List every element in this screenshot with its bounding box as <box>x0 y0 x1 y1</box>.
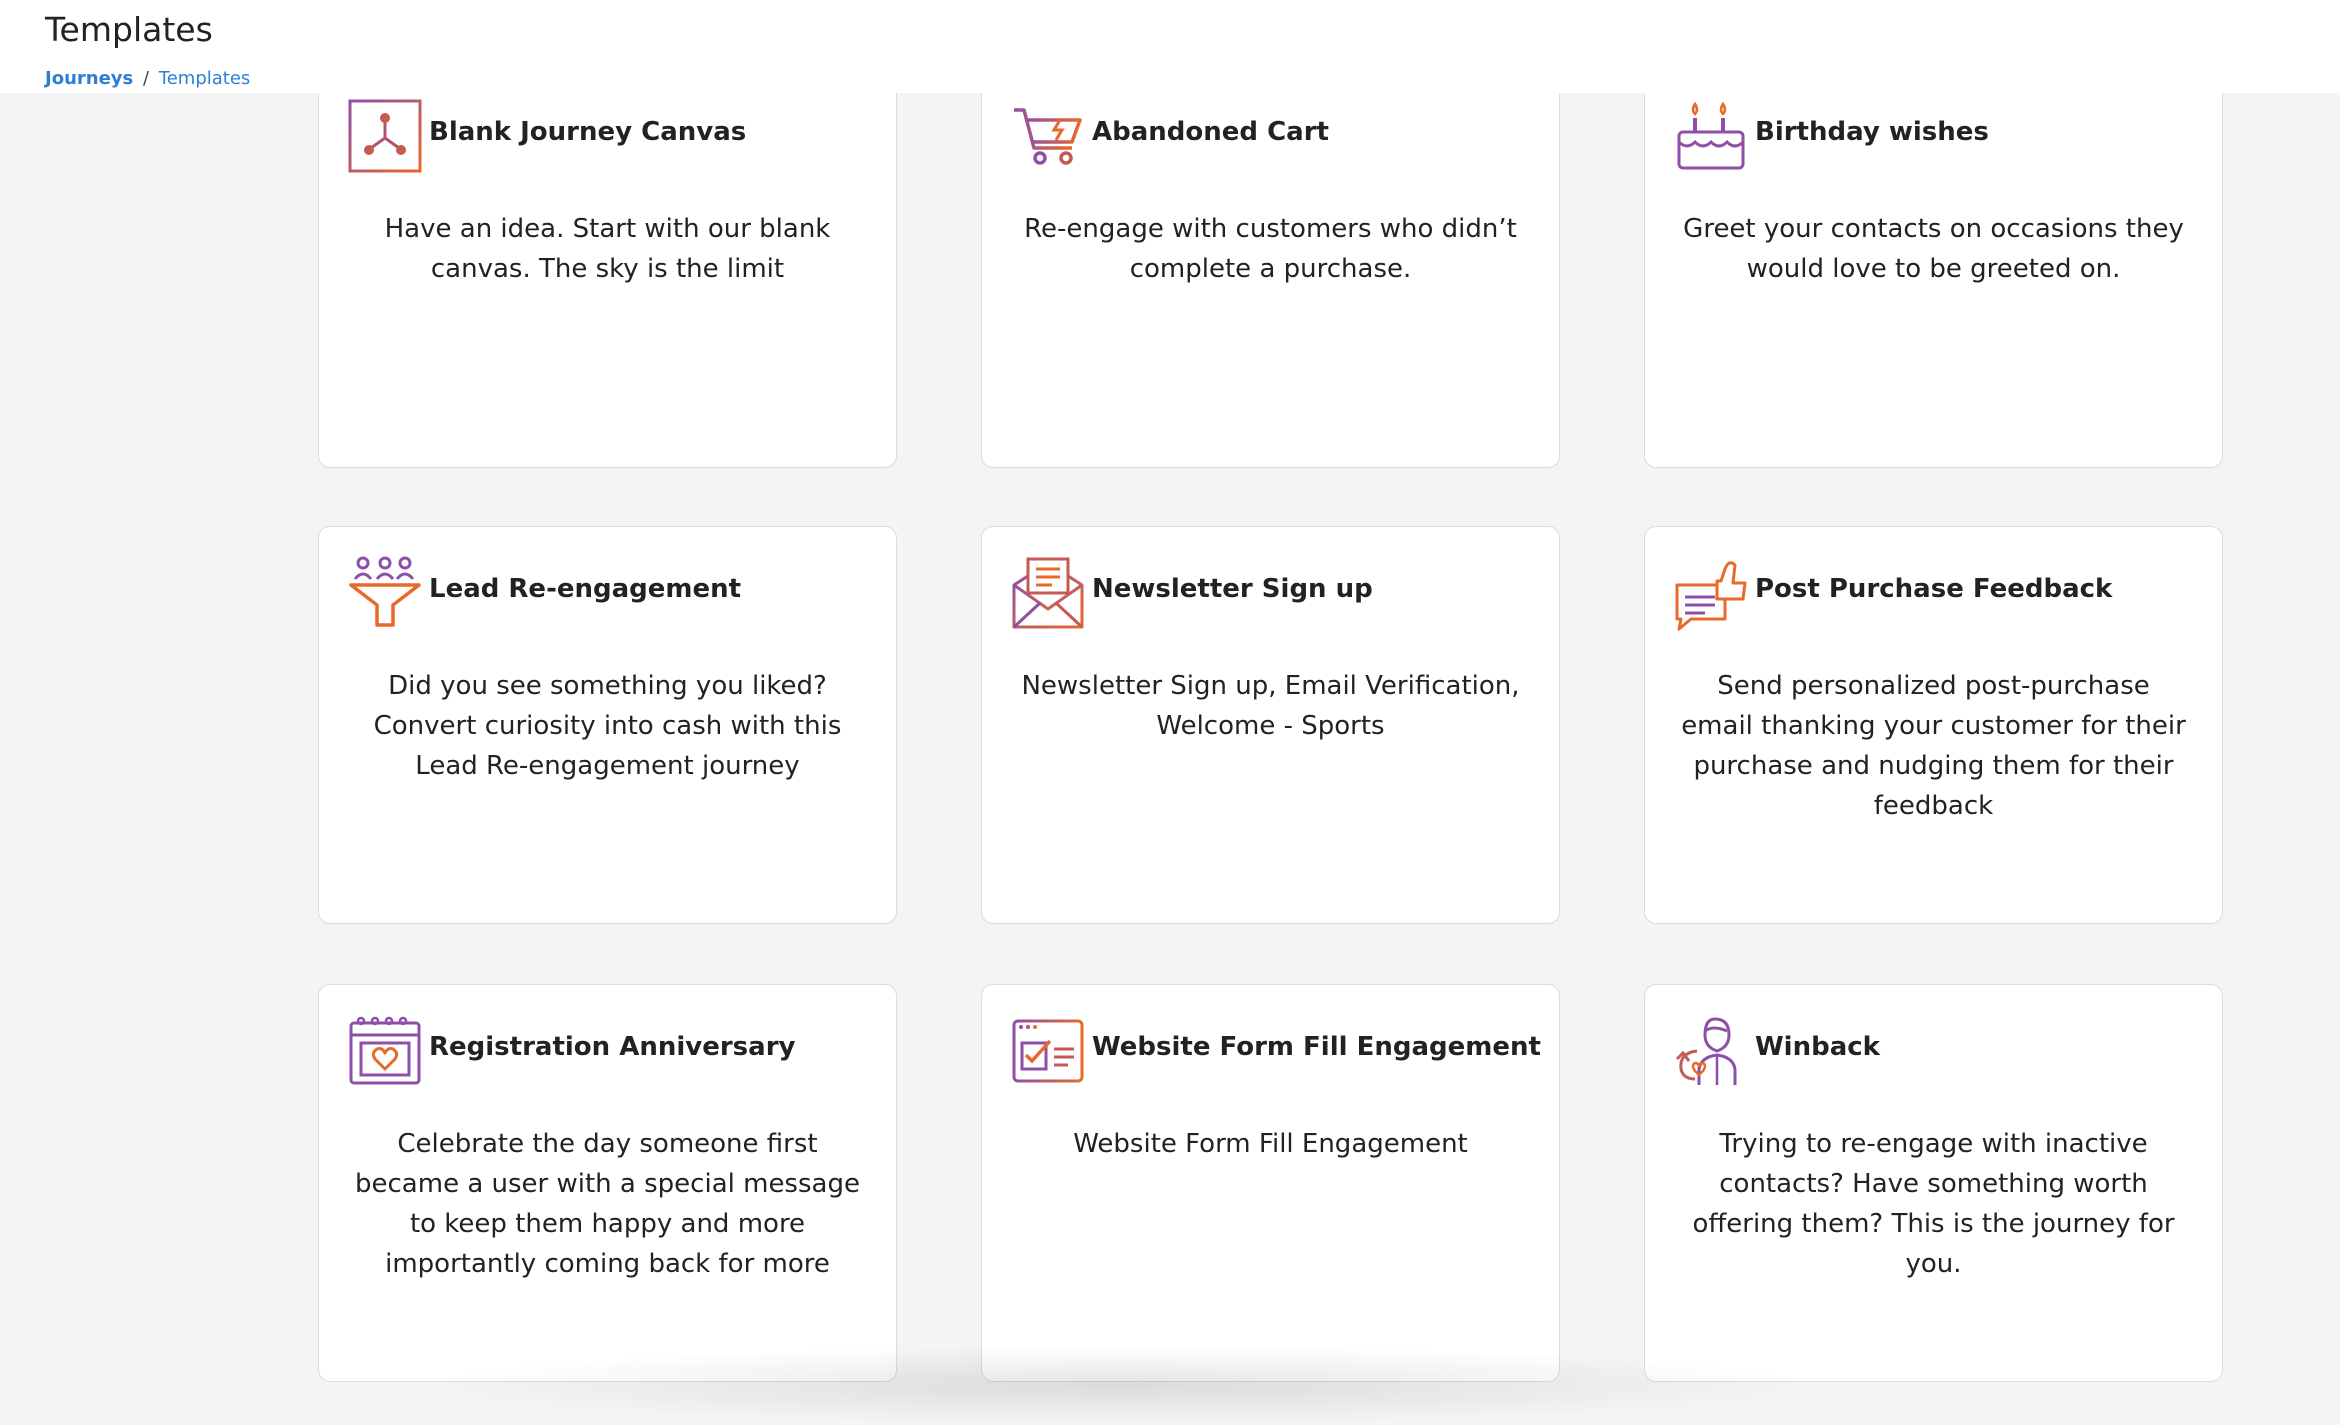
breadcrumb-link-journeys[interactable]: Journeys <box>45 68 133 89</box>
birthday-cake-icon <box>1673 98 1749 174</box>
card-description: Celebrate the day someone first became a… <box>355 1129 860 1279</box>
card-description: Send personalized post-purchase email th… <box>1681 671 2186 821</box>
winback-person-icon <box>1673 1013 1749 1089</box>
template-card-abandoned-cart[interactable]: Abandoned Cart Re-engage with customers … <box>981 70 1560 468</box>
card-title: Abandoned Cart <box>1092 117 1329 147</box>
card-title: Lead Re-engagement <box>429 574 742 604</box>
card-title: Post Purchase Feedback <box>1755 574 2113 604</box>
template-card-winback[interactable]: Winback Trying to re-engage with inactiv… <box>1644 984 2223 1382</box>
page-header: Templates Journeys / Templates <box>0 0 2340 93</box>
card-description: Have an idea. Start with our blank canva… <box>384 214 831 284</box>
funnel-people-icon <box>347 555 423 631</box>
template-card-lead-re-engagement[interactable]: Lead Re-engagement Did you see something… <box>318 526 897 924</box>
breadcrumb-current: Templates <box>158 68 251 89</box>
card-description: Re-engage with customers who didn’t comp… <box>1024 214 1517 284</box>
page-title: Templates <box>45 10 213 49</box>
card-description: Did you see something you liked? Convert… <box>373 671 842 781</box>
web-form-icon <box>1010 1013 1086 1089</box>
template-card-website-form-fill-engagement[interactable]: Website Form Fill Engagement Website For… <box>981 984 1560 1382</box>
card-title: Winback <box>1755 1032 1880 1062</box>
template-card-newsletter-sign-up[interactable]: Newsletter Sign up Newsletter Sign up, E… <box>981 526 1560 924</box>
shopping-cart-icon <box>1010 98 1086 174</box>
breadcrumb: Journeys / Templates <box>45 68 250 89</box>
template-card-registration-anniversary[interactable]: Registration Anniversary Celebrate the d… <box>318 984 897 1382</box>
card-title: Website Form Fill Engagement <box>1092 1032 1541 1062</box>
card-description: Greet your contacts on occasions they wo… <box>1683 214 2184 284</box>
card-description: Website Form Fill Engagement <box>1073 1129 1468 1159</box>
blank-canvas-icon <box>347 98 423 174</box>
card-title: Newsletter Sign up <box>1092 574 1373 604</box>
card-title: Registration Anniversary <box>429 1032 796 1062</box>
card-description: Trying to re-engage with inactive contac… <box>1692 1129 2175 1279</box>
template-card-blank-journey-canvas[interactable]: Blank Journey Canvas Have an idea. Start… <box>318 70 897 468</box>
calendar-heart-icon <box>347 1013 423 1089</box>
card-title: Birthday wishes <box>1755 117 1989 147</box>
breadcrumb-separator: / <box>142 68 150 89</box>
card-title: Blank Journey Canvas <box>429 117 747 147</box>
template-card-post-purchase-feedback[interactable]: Post Purchase Feedback Send personalized… <box>1644 526 2223 924</box>
envelope-icon <box>1010 555 1086 631</box>
template-card-birthday-wishes[interactable]: Birthday wishes Greet your contacts on o… <box>1644 70 2223 468</box>
thumbs-up-chat-icon <box>1673 555 1749 631</box>
card-description: Newsletter Sign up, Email Verification, … <box>1021 671 1520 741</box>
